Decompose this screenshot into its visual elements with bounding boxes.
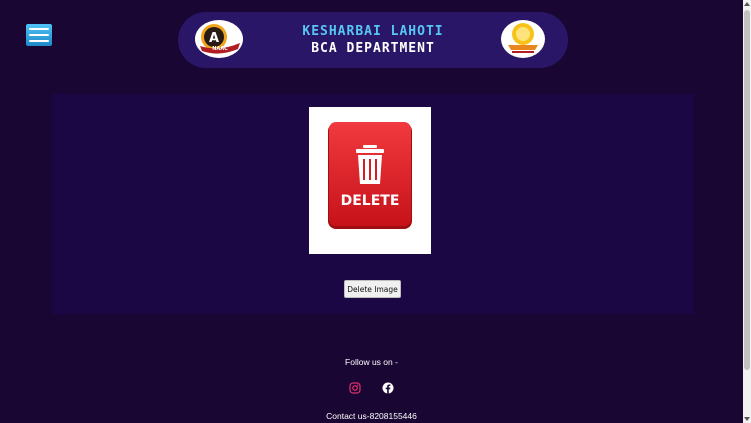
delete-image-button[interactable]: Delete Image — [344, 280, 401, 298]
page: A NAAC KESHARBAI LAHOTI BCA DEPARTMENT D… — [0, 0, 743, 423]
page-title: KESHARBAI LAHOTI BCA DEPARTMENT — [288, 23, 458, 57]
title-line-1: KESHARBAI LAHOTI — [302, 24, 444, 39]
scroll-down-arrow-icon[interactable] — [744, 417, 750, 421]
follow-us-text: Follow us on - — [345, 357, 398, 367]
menu-bar — [29, 28, 49, 30]
menu-bar — [29, 34, 49, 36]
naac-logo: A NAAC — [195, 20, 243, 58]
delete-image-text: DELETE — [341, 193, 400, 209]
delete-image: DELETE — [309, 107, 431, 254]
contact-text: Contact us-8208155446 — [326, 411, 417, 421]
naac-grade: A — [209, 31, 219, 46]
facebook-icon[interactable] — [382, 382, 394, 394]
title-line-2: BCA DEPARTMENT — [311, 41, 435, 56]
vertical-scrollbar[interactable] — [743, 0, 751, 423]
scroll-up-arrow-icon[interactable] — [744, 2, 750, 6]
content-panel: DELETE Delete Image — [52, 94, 694, 314]
naac-logo-text: NAAC — [212, 46, 228, 52]
header-banner: A NAAC KESHARBAI LAHOTI BCA DEPARTMENT — [178, 12, 568, 68]
delete-graphic: DELETE — [328, 122, 412, 229]
scrollbar-thumb[interactable] — [744, 10, 750, 370]
trash-can-icon — [356, 145, 384, 184]
instagram-icon[interactable] — [349, 382, 361, 394]
hamburger-menu-icon[interactable] — [26, 24, 52, 46]
college-emblem-logo — [501, 20, 545, 58]
menu-bar — [29, 40, 49, 42]
